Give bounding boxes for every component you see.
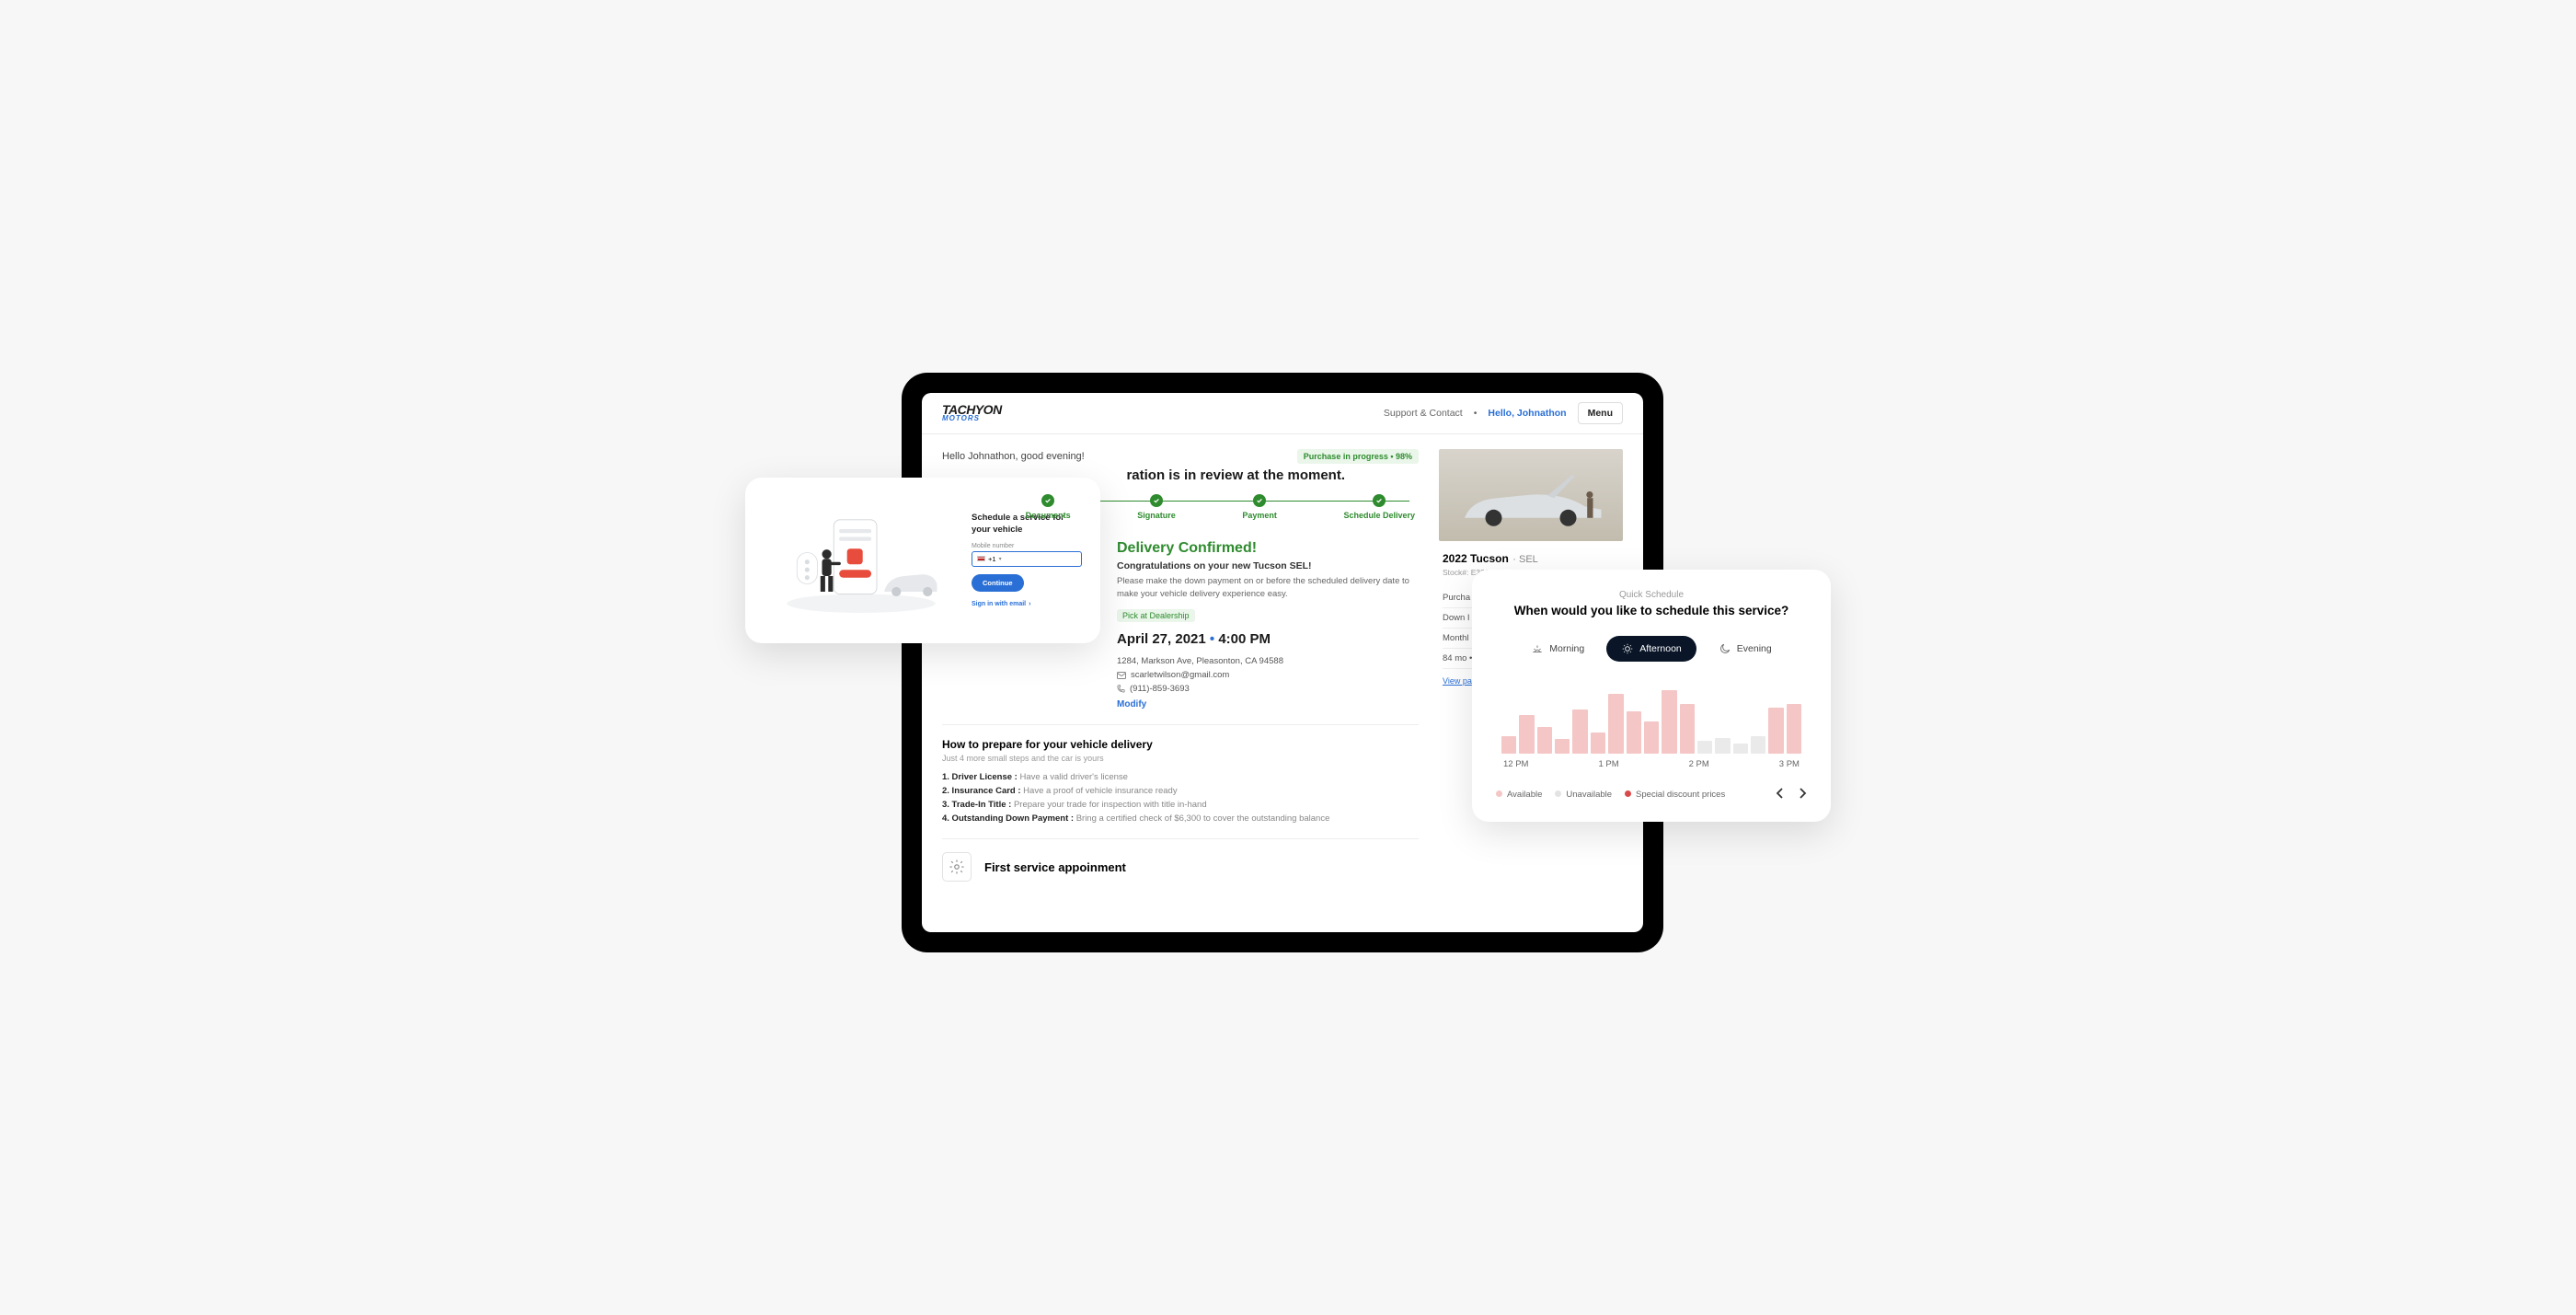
status-badge: Purchase in progress • 98% bbox=[1297, 449, 1419, 464]
step-schedule-delivery[interactable]: Schedule Delivery bbox=[1343, 494, 1415, 520]
login-illustration bbox=[764, 505, 959, 616]
service-heading: First service appoinment bbox=[984, 860, 1126, 874]
prev-arrow[interactable] bbox=[1776, 788, 1785, 802]
step-documents[interactable]: Documents bbox=[1026, 494, 1071, 520]
delivery-phone: (911)-859-3693 bbox=[1117, 684, 1419, 694]
continue-button[interactable]: Continue bbox=[972, 574, 1024, 592]
chart-x-axis: 12 PM 1 PM 2 PM 3 PM bbox=[1496, 759, 1807, 769]
daypart-evening[interactable]: Evening bbox=[1704, 636, 1787, 662]
sunrise-icon bbox=[1531, 642, 1544, 655]
side-vehicle-title: 2022 Tucson · SEL bbox=[1443, 550, 1619, 567]
delivery-subtitle: Congratulations on your new Tucson SEL! bbox=[1117, 560, 1419, 571]
prep-item: 3. Trade-In Title : Prepare your trade f… bbox=[942, 800, 1419, 810]
mail-icon bbox=[1117, 672, 1126, 679]
chart-bar[interactable] bbox=[1644, 721, 1659, 753]
phone-icon bbox=[1117, 685, 1125, 693]
chart-bar[interactable] bbox=[1555, 739, 1570, 753]
chevron-right-icon: › bbox=[1029, 601, 1030, 607]
chart-bar[interactable] bbox=[1715, 738, 1730, 754]
gear-icon bbox=[942, 852, 972, 882]
schedule-card: Quick Schedule When would you like to sc… bbox=[1472, 570, 1831, 822]
daypart-afternoon[interactable]: Afternoon bbox=[1606, 636, 1696, 662]
next-arrow[interactable] bbox=[1798, 788, 1807, 802]
chart-bar[interactable] bbox=[1591, 732, 1605, 754]
chart-bar[interactable] bbox=[1537, 727, 1552, 754]
step-payment[interactable]: Payment bbox=[1242, 494, 1277, 520]
menu-button[interactable]: Menu bbox=[1578, 402, 1623, 424]
prep-heading: How to prepare for your vehicle delivery bbox=[942, 738, 1419, 751]
daypart-morning[interactable]: Morning bbox=[1516, 636, 1599, 662]
step-signature[interactable]: Signature bbox=[1137, 494, 1176, 520]
chart-bar[interactable] bbox=[1662, 690, 1676, 753]
chart-bar[interactable] bbox=[1572, 709, 1587, 753]
dot-separator: • bbox=[1474, 408, 1478, 419]
user-greeting[interactable]: Hello, Johnathon bbox=[1488, 408, 1566, 419]
brand-logo[interactable]: TACHYON MOTORS bbox=[942, 404, 1002, 421]
chart-bar[interactable] bbox=[1787, 704, 1801, 753]
delivery-description: Please make the down payment on or befor… bbox=[1117, 575, 1419, 602]
signin-email-link[interactable]: Sign in with email› bbox=[972, 601, 1082, 607]
prep-item: 4. Outstanding Down Payment : Bring a ce… bbox=[942, 813, 1419, 824]
availability-chart bbox=[1496, 684, 1807, 754]
flag-icon bbox=[977, 556, 985, 561]
page-greeting: Hello Johnathon, good evening! bbox=[942, 451, 1085, 462]
support-link[interactable]: Support & Contact bbox=[1384, 408, 1463, 419]
moon-icon bbox=[1719, 642, 1731, 655]
chart-legend: Available Unavailable Special discount p… bbox=[1496, 788, 1807, 802]
delivery-email: scarletwilson@gmail.com bbox=[1117, 670, 1419, 680]
schedule-kicker: Quick Schedule bbox=[1496, 590, 1807, 600]
chart-bar[interactable] bbox=[1627, 711, 1641, 754]
chart-bar[interactable] bbox=[1697, 741, 1712, 754]
sun-icon bbox=[1621, 642, 1634, 655]
prep-subheading: Just 4 more small steps and the car is y… bbox=[942, 754, 1419, 763]
chart-bar[interactable] bbox=[1733, 744, 1748, 754]
chart-bar[interactable] bbox=[1608, 694, 1623, 754]
chevron-right-icon bbox=[1798, 788, 1807, 799]
pickup-tag: Pick at Dealership bbox=[1117, 609, 1195, 622]
phone-input[interactable]: +1 ▾ bbox=[972, 551, 1082, 567]
daypart-toggle: Morning Afternoon Evening bbox=[1496, 636, 1807, 662]
country-prefix: +1 bbox=[988, 555, 996, 563]
delivery-address: 1284, Markson Ave, Pleasonton, CA 94588 bbox=[1117, 656, 1419, 666]
prep-section: How to prepare for your vehicle delivery… bbox=[942, 724, 1419, 824]
modify-button[interactable]: Modify bbox=[1117, 699, 1419, 709]
prep-item: 1. Driver License : Have a valid driver'… bbox=[942, 772, 1419, 782]
chevron-down-icon[interactable]: ▾ bbox=[999, 556, 1002, 562]
delivery-datetime: April 27, 2021 • 4:00 PM bbox=[1117, 631, 1419, 647]
delivery-title: Delivery Confirmed! bbox=[1117, 540, 1419, 557]
app-header: TACHYON MOTORS Support & Contact • Hello… bbox=[922, 393, 1643, 434]
mobile-label: Mobile number bbox=[972, 543, 1082, 549]
prep-item: 2. Insurance Card : Have a proof of vehi… bbox=[942, 786, 1419, 796]
chart-bar[interactable] bbox=[1519, 715, 1534, 754]
chart-bar[interactable] bbox=[1768, 708, 1783, 753]
chevron-left-icon bbox=[1776, 788, 1785, 799]
chart-bar[interactable] bbox=[1751, 736, 1765, 754]
chart-bar[interactable] bbox=[1501, 736, 1516, 754]
view-link[interactable]: View pa bbox=[1443, 676, 1472, 686]
chart-bar[interactable] bbox=[1680, 704, 1695, 753]
side-vehicle-image bbox=[1439, 449, 1623, 541]
schedule-heading: When would you like to schedule this ser… bbox=[1496, 604, 1807, 617]
